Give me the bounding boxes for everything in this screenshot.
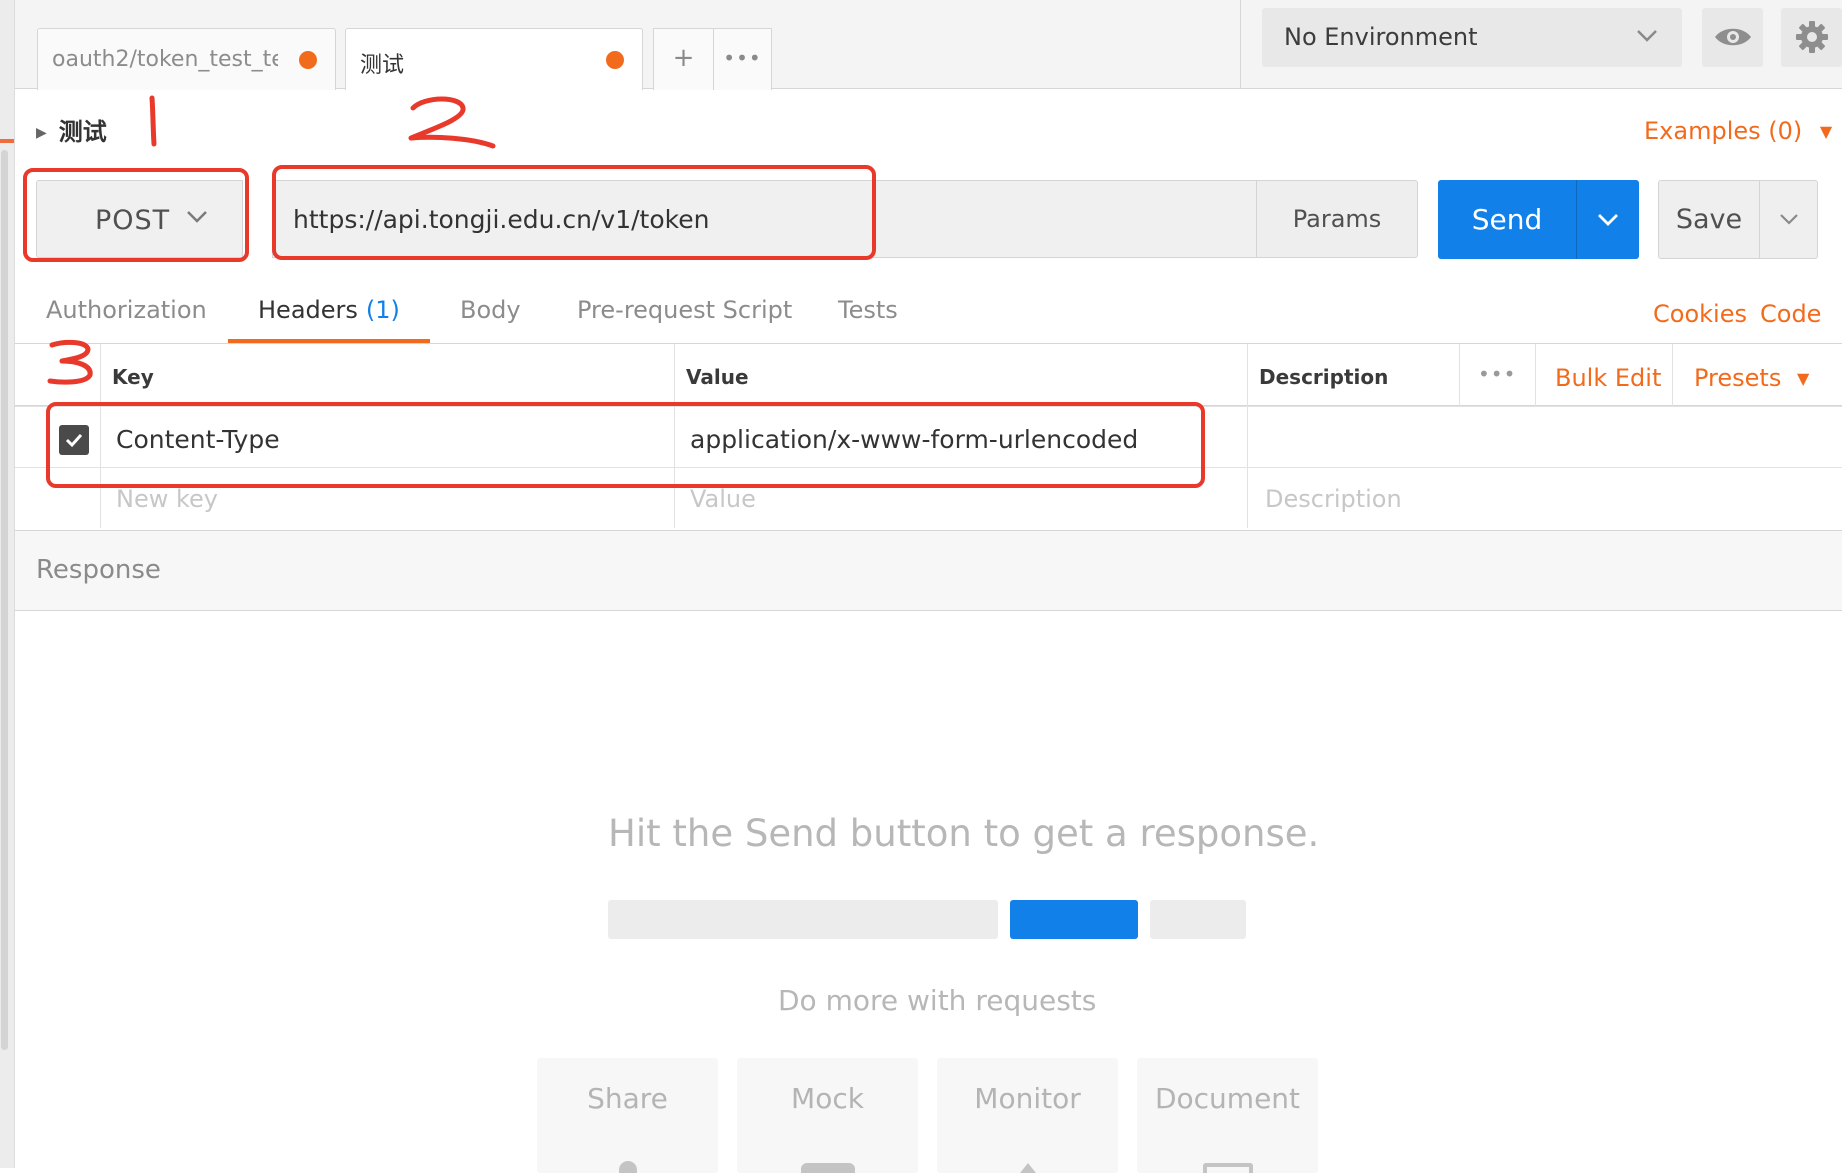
chevron-down-icon <box>1634 22 1660 54</box>
sidebar-active-indicator <box>0 139 14 143</box>
monitor-card-label: Monitor <box>974 1082 1081 1115</box>
response-header: Response <box>15 530 1842 611</box>
sidebar-scrollbar[interactable] <box>1 150 8 1050</box>
tab-label: oauth2/token_test_tes <box>52 47 278 72</box>
skeleton-button <box>1010 900 1138 939</box>
col-divider <box>1535 344 1536 406</box>
document-card-label: Document <box>1154 1082 1301 1115</box>
params-button[interactable]: Params <box>1256 180 1418 258</box>
monitor-icon <box>1019 1163 1036 1173</box>
unsaved-dot-icon <box>606 51 624 69</box>
tab-pre-request-script[interactable]: Pre-request Script <box>577 296 792 324</box>
monitor-card[interactable]: Monitor <box>937 1058 1118 1173</box>
presets-label: Presets <box>1694 364 1782 392</box>
tab-headers[interactable]: Headers (1) <box>258 296 400 324</box>
annotation-box-method <box>23 168 249 262</box>
column-value: Value <box>686 365 749 389</box>
bulk-edit-link[interactable]: Bulk Edit <box>1555 364 1661 392</box>
more-tabs-button[interactable]: ••• <box>713 28 772 90</box>
new-key-input[interactable]: New key <box>116 485 218 513</box>
settings-button[interactable] <box>1781 8 1842 67</box>
environment-select[interactable]: No Environment <box>1262 8 1682 67</box>
tab-label: 测试 <box>360 53 405 78</box>
share-icon <box>618 1161 637 1173</box>
new-value-input[interactable]: Value <box>690 485 756 513</box>
annotation-number-3 <box>47 339 93 385</box>
unsaved-dot-icon <box>299 51 317 69</box>
presets-dropdown[interactable]: Presets ▼ <box>1694 364 1809 392</box>
tab-authorization[interactable]: Authorization <box>46 296 207 324</box>
tab-tests[interactable]: Tests <box>838 296 898 324</box>
save-options-chevron-icon[interactable] <box>1760 181 1818 263</box>
environment-quick-look-button[interactable] <box>1702 8 1763 67</box>
column-description: Description <box>1259 365 1389 389</box>
examples-dropdown[interactable]: Examples (0) ▼ <box>1644 117 1832 145</box>
skeleton-bar <box>1150 900 1246 939</box>
mock-card-label: Mock <box>791 1082 864 1115</box>
env-divider <box>1240 0 1241 89</box>
table-more-button[interactable]: ••• <box>1478 362 1516 386</box>
tab-body[interactable]: Body <box>460 296 521 324</box>
do-more-heading: Do more with requests <box>778 984 1097 1017</box>
new-tab-button[interactable]: + <box>653 28 714 90</box>
gear-icon <box>1794 21 1830 63</box>
caret-down-icon: ▼ <box>1796 369 1810 388</box>
share-card-label: Share <box>587 1082 668 1115</box>
sidebar-collapsed <box>0 0 15 1168</box>
eye-icon <box>1713 23 1753 58</box>
annotation-number-2 <box>408 96 496 149</box>
send-label: Send <box>1471 203 1543 236</box>
document-icon <box>1202 1163 1253 1173</box>
cookies-link[interactable]: Cookies <box>1653 300 1747 328</box>
col-divider <box>1459 344 1460 406</box>
mock-server-icon <box>800 1163 855 1173</box>
save-label: Save <box>1675 204 1743 235</box>
response-empty-message: Hit the Send button to get a response. <box>608 812 1320 855</box>
document-card[interactable]: Document <box>1137 1058 1318 1173</box>
new-description-input[interactable]: Description <box>1265 485 1402 513</box>
code-link[interactable]: Code <box>1760 300 1821 328</box>
mock-card[interactable]: Mock <box>737 1058 918 1173</box>
save-button[interactable]: Save <box>1658 180 1818 259</box>
request-name-label: 测试 <box>58 118 107 146</box>
response-title: Response <box>36 555 161 585</box>
annotation-box-headers <box>46 402 1205 488</box>
send-options-chevron-icon[interactable] <box>1577 180 1639 264</box>
column-key: Key <box>112 365 154 389</box>
annotation-box-url <box>272 165 876 260</box>
share-card[interactable]: Share <box>537 1058 718 1173</box>
tab-active-request[interactable]: 测试 <box>345 28 643 90</box>
skeleton-bar <box>608 900 998 939</box>
tab-headers-label: Headers <box>258 296 358 324</box>
examples-label: Examples (0) <box>1644 117 1803 145</box>
annotation-number-1 <box>149 95 157 147</box>
headers-count-badge: (1) <box>365 296 400 324</box>
caret-right-icon: ▶ <box>36 125 47 141</box>
environment-label: No Environment <box>1284 23 1478 51</box>
col-divider <box>1672 344 1673 406</box>
caret-down-icon: ▼ <box>1819 122 1833 141</box>
request-name[interactable]: ▶ 测试 <box>36 112 107 147</box>
col-divider <box>1247 344 1248 528</box>
tab-oauth2-token[interactable]: oauth2/token_test_tes <box>37 28 336 90</box>
send-button[interactable]: Send <box>1438 180 1639 259</box>
